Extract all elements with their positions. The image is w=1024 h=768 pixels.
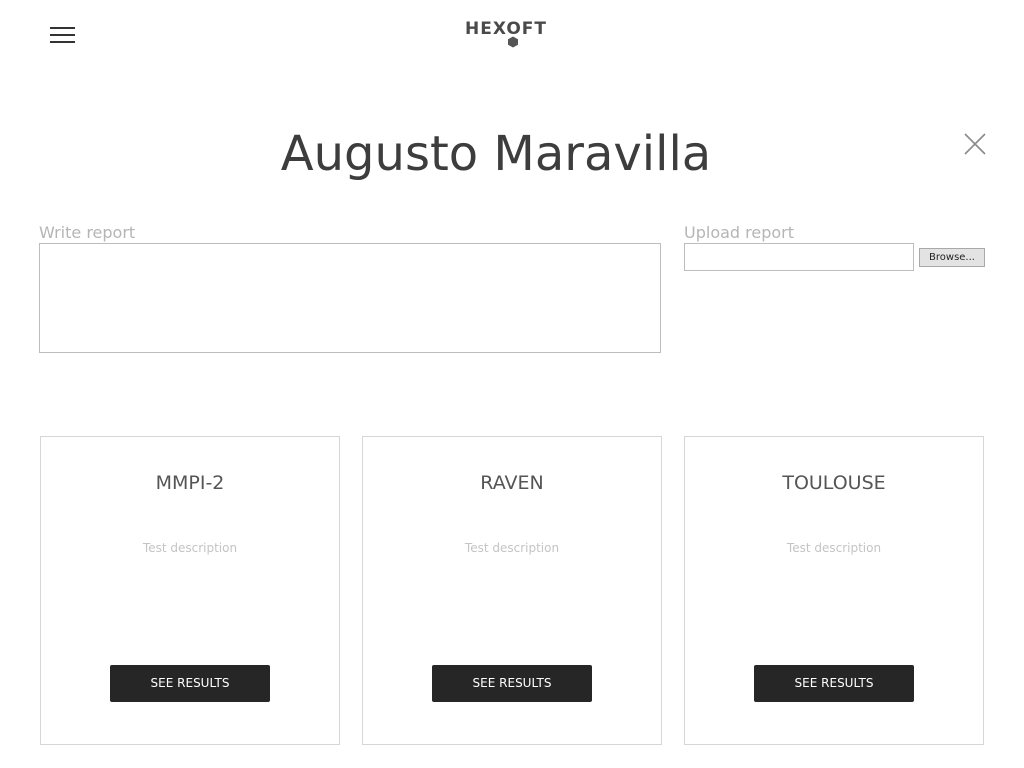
test-card-description: Test description [142, 541, 238, 555]
page: HEXOFT Augusto Maravilla Write report Up… [0, 0, 1024, 768]
see-results-button[interactable]: SEE RESULTS [110, 665, 270, 702]
hexagon-icon [508, 36, 518, 48]
browse-button[interactable]: Browse... [919, 248, 985, 267]
test-card-title: MMPI-2 [155, 472, 225, 494]
close-icon[interactable] [963, 132, 987, 156]
test-card-title: TOULOUSE [782, 472, 886, 494]
hamburger-menu-icon[interactable] [50, 25, 76, 45]
menu-line [50, 27, 75, 29]
test-card-description: Test description [464, 541, 560, 555]
menu-line [50, 41, 75, 43]
upload-report-file-field[interactable] [684, 243, 914, 271]
page-title: Augusto Maravilla [280, 126, 712, 182]
test-card-raven: RAVEN Test description SEE RESULTS [362, 436, 662, 745]
test-card-toulouse: TOULOUSE Test description SEE RESULTS [684, 436, 984, 745]
test-card-title: RAVEN [480, 472, 544, 494]
logo-text: HEXOFT [465, 19, 548, 39]
see-results-button[interactable]: SEE RESULTS [432, 665, 592, 702]
write-report-label: Write report [39, 223, 136, 242]
menu-line [50, 34, 75, 36]
see-results-button[interactable]: SEE RESULTS [754, 665, 914, 702]
write-report-textarea[interactable] [39, 243, 661, 353]
test-card-mmpi2: MMPI-2 Test description SEE RESULTS [40, 436, 340, 745]
upload-report-label: Upload report [684, 223, 795, 242]
test-card-description: Test description [786, 541, 882, 555]
logo[interactable]: HEXOFT [465, 18, 560, 50]
